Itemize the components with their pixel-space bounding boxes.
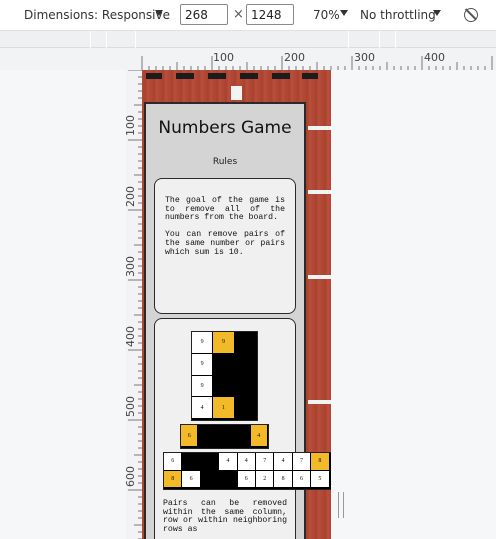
page-title: Numbers Game: [158, 118, 292, 138]
board-cell: 4: [274, 453, 292, 470]
chevron-down-icon[interactable]: [340, 10, 348, 16]
column-example-board: 999941: [191, 331, 258, 421]
row-example-board: 64: [180, 424, 269, 449]
board-cell: 4: [192, 397, 213, 419]
examples-card: 999941 64 64474788662865 Pairs can be re…: [154, 318, 331, 539]
board-cell: [213, 353, 234, 375]
board-cell: [234, 353, 255, 375]
ruler-label: 200: [284, 51, 305, 64]
board-cell: [182, 453, 200, 470]
emulated-viewport[interactable]: Numbers Game Rules The goal of the game …: [142, 70, 331, 539]
board-cell: [234, 332, 255, 353]
zoom-dropdown[interactable]: 70%: [313, 8, 340, 22]
start-block: [208, 73, 226, 79]
vertical-ruler: 100 200 300 400 500 600: [124, 69, 142, 539]
mq-divider: [395, 31, 396, 48]
horizontal-ruler-ticks: [141, 56, 493, 70]
board-cell: [234, 375, 255, 397]
board-cell: 7: [256, 453, 274, 470]
rules-card: The goal of the game is to remove all of…: [154, 178, 296, 314]
chevron-down-icon[interactable]: [433, 10, 441, 16]
media-query-bar[interactable]: [0, 31, 496, 48]
lane-marking: [308, 400, 331, 404]
mq-divider: [90, 31, 91, 48]
board-cell: [200, 470, 219, 487]
neighbor-example-board: 64474788662865: [163, 452, 331, 490]
ruler-label: 200: [124, 186, 137, 207]
start-block: [272, 73, 290, 79]
mq-divider: [106, 31, 107, 48]
ruler-label: 100: [124, 115, 137, 136]
lane-marking: [308, 190, 331, 194]
board-cell: 1: [213, 397, 234, 419]
rules-text: The goal of the game is to remove all of…: [165, 196, 285, 257]
viewport-gutter-right: [331, 70, 496, 539]
ruler-label: 500: [124, 396, 137, 417]
lane-marking: [308, 126, 331, 130]
board-cell: 4: [237, 453, 255, 470]
height-input[interactable]: [246, 4, 294, 25]
board-cell: 9: [213, 332, 234, 353]
board-cell: 9: [192, 375, 213, 397]
ruler-label: 300: [354, 51, 375, 64]
chevron-down-icon[interactable]: [155, 10, 163, 16]
mq-divider: [379, 31, 380, 48]
rotate-icon[interactable]: [464, 8, 478, 22]
board-cell: 6: [182, 470, 200, 487]
width-input[interactable]: [180, 4, 228, 25]
rules-text-continued: Pairs can be removed within the same col…: [163, 499, 292, 534]
board-cell: 4: [250, 425, 267, 446]
device-toolbar: Dimensions: Responsive × 70% No throttli…: [0, 0, 496, 31]
board-cell: 9: [192, 332, 213, 353]
mq-divider: [135, 31, 136, 48]
times-sign: ×: [233, 7, 244, 22]
board-cell: 7: [292, 453, 311, 470]
board-cell: 4: [219, 453, 237, 470]
ruler-label: 400: [424, 51, 445, 64]
board-cell: [198, 425, 215, 446]
board-cell: 6: [164, 453, 182, 470]
board-cell: [219, 470, 237, 487]
game-panel: Numbers Game Rules The goal of the game …: [144, 102, 331, 539]
board-cell: [234, 397, 255, 419]
mq-divider: [348, 31, 349, 48]
board-cell: [200, 453, 219, 470]
board-cell: [213, 375, 234, 397]
board-cell: [233, 425, 250, 446]
start-block: [240, 73, 258, 79]
board-cell: 9: [192, 353, 213, 375]
lane-marking: [308, 275, 331, 279]
board-cell: 6: [237, 470, 255, 487]
dimensions-dropdown[interactable]: Dimensions: Responsive: [24, 8, 170, 22]
board-cell: 5: [311, 470, 329, 487]
board-cell: 6: [292, 470, 311, 487]
rules-heading: Rules: [212, 157, 238, 167]
ruler-label: 400: [124, 326, 137, 347]
horizontal-ruler: 100 200 300 400: [0, 48, 496, 70]
board-cell: 8: [274, 470, 292, 487]
throttling-dropdown[interactable]: No throttling: [360, 8, 436, 22]
ruler-label: 300: [124, 256, 137, 277]
board-cell: [215, 425, 233, 446]
start-block: [176, 73, 194, 79]
devtools-device-mode: Dimensions: Responsive × 70% No throttli…: [0, 0, 496, 539]
ruler-label: 100: [213, 51, 234, 64]
board-cell: 6: [181, 425, 198, 446]
viewport-gutter-left: [0, 70, 126, 539]
start-block: [302, 73, 318, 79]
board-cell: 8: [311, 453, 329, 470]
resize-handle[interactable]: [338, 492, 344, 518]
ruler-label: 600: [124, 466, 137, 487]
board-cell: 2: [256, 470, 274, 487]
lane-marking: [231, 86, 242, 100]
board-cell: 8: [164, 470, 182, 487]
start-block: [146, 73, 162, 79]
